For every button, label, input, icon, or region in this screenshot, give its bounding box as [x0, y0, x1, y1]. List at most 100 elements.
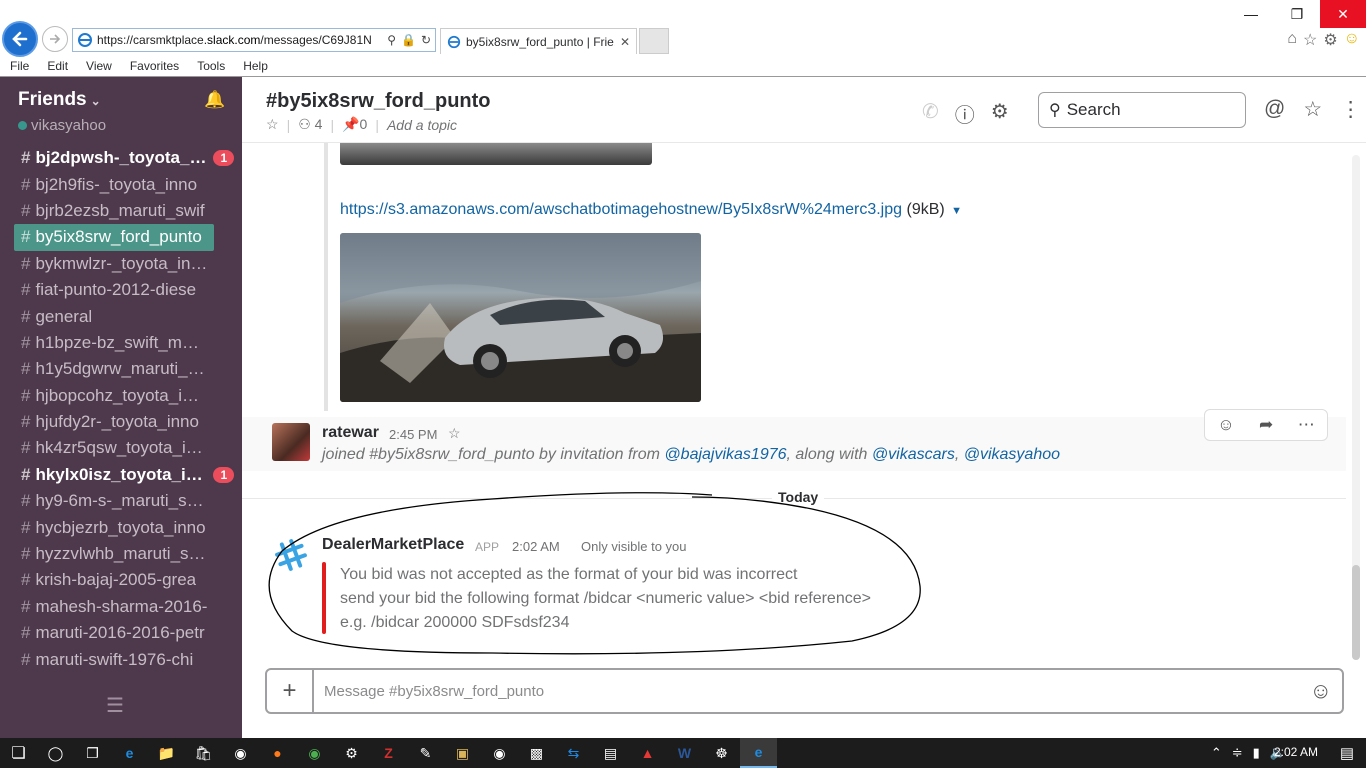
image-link[interactable]: https://s3.amazonaws.com/awschatbotimage… [340, 201, 902, 218]
tool-app-icon[interactable]: ⚙ [333, 738, 370, 768]
favorites-star-icon[interactable]: ☆ [1303, 30, 1317, 50]
message-author[interactable]: DealerMarketPlace [322, 536, 464, 554]
message-timestamp[interactable]: 2:02 AM [512, 539, 560, 554]
scrollbar-thumb[interactable] [1352, 565, 1360, 660]
menu-favorites[interactable]: Favorites [120, 57, 187, 75]
forward-button[interactable] [42, 26, 68, 52]
caret-down-icon[interactable]: ▼ [951, 205, 962, 217]
share-icon[interactable]: ➦ [1259, 415, 1273, 435]
sidebar-channel[interactable]: # hk4zr5qsw_toyota_inno [0, 435, 242, 461]
star-channel-icon[interactable]: ☆ [266, 116, 279, 133]
minimize-button[interactable]: — [1228, 0, 1274, 28]
teamviewer-icon[interactable]: ⇆ [555, 738, 592, 768]
message-bot[interactable]: DealerMarketPlace APP 2:02 AM Only visib… [242, 528, 1346, 638]
restore-button[interactable]: ❐ [1274, 0, 1320, 28]
paint-icon[interactable]: ☸ [703, 738, 740, 768]
sidebar-channel[interactable]: # general [0, 303, 242, 329]
ie-browser-icon[interactable]: e [740, 738, 777, 768]
firefox-icon[interactable]: ● [259, 738, 296, 768]
sidebar-channel[interactable]: # bjrb2ezsb_maruti_swif [0, 198, 242, 224]
search-box[interactable]: ⚲ Search [1038, 92, 1246, 128]
close-tab-icon[interactable]: ✕ [620, 35, 630, 49]
message-scrollbar[interactable] [1352, 155, 1360, 660]
sidebar-channel[interactable]: # hycbjezrb_toyota_inno [0, 514, 242, 540]
sidebar-channel[interactable]: # bj2dpwsh-_toyota_inno 1 [0, 145, 242, 171]
menu-edit[interactable]: Edit [37, 57, 76, 75]
attach-file-button[interactable]: + [267, 670, 314, 712]
hp-app-icon[interactable]: ◉ [222, 738, 259, 768]
sidebar-channel[interactable]: # maruti-swift-1976-chi [0, 646, 242, 672]
tray-chevron-up-icon[interactable]: ⌃ [1211, 745, 1222, 761]
sidebar-channel[interactable]: # bj2h9fis-_toyota_inno [0, 171, 242, 197]
sidebar-channel[interactable]: # hkylx0isz_toyota_inno 1 [0, 462, 242, 488]
car-image-attachment[interactable] [340, 233, 701, 402]
file-explorer-icon[interactable]: 📁 [148, 738, 185, 768]
task-view-icon[interactable]: ❐ [74, 738, 111, 768]
mentions-icon[interactable]: @ [1264, 97, 1285, 122]
message-ratewar[interactable]: ratewar 2:45 PM ☆ joined #by5ix8srw_ford… [242, 417, 1346, 471]
word-icon[interactable]: W [666, 738, 703, 768]
sidebar-channel[interactable]: # hy9-6m-s-_maruti_swift [0, 488, 242, 514]
action-center-icon[interactable]: ▤ [1340, 744, 1354, 762]
lock-icon[interactable]: 🔒 [401, 33, 416, 47]
cortana-search-icon[interactable]: ◯ [37, 738, 74, 768]
hp-support-icon[interactable]: ◉ [481, 738, 518, 768]
emoji-picker-icon[interactable]: ☺ [1310, 678, 1332, 704]
taskbar-clock[interactable]: 2:02 AM [1274, 745, 1318, 759]
starred-items-icon[interactable]: ☆ [1303, 97, 1322, 122]
sidebar-channel[interactable]: # hjufdy2r-_toyota_inno [0, 409, 242, 435]
store-icon[interactable]: 🛍 [185, 738, 222, 768]
home-icon[interactable]: ⌂ [1287, 30, 1297, 50]
notes-app-icon[interactable]: ✎ [407, 738, 444, 768]
team-menu[interactable]: Friends ⌄ [18, 89, 101, 111]
star-message-icon[interactable]: ☆ [448, 425, 461, 442]
browser-tab[interactable]: by5ix8srw_ford_punto | Frie... ✕ [440, 28, 637, 54]
member-count[interactable]: ⚇ 4 [298, 116, 322, 133]
info-icon[interactable]: ⓘ [955, 99, 975, 128]
menu-view[interactable]: View [76, 57, 120, 75]
menu-tools[interactable]: Tools [187, 57, 233, 75]
sidebar-channel[interactable]: # mahesh-sharma-2016- [0, 594, 242, 620]
sidebar-channel[interactable]: # hyzzvlwhb_maruti_swift [0, 541, 242, 567]
windows-start-icon[interactable]: ❏ [0, 738, 37, 768]
battery-icon[interactable]: ▮ [1253, 745, 1260, 761]
archive-app-icon[interactable]: ▣ [444, 738, 481, 768]
previous-image-attachment[interactable] [340, 143, 652, 165]
menu-file[interactable]: File [0, 57, 37, 75]
message-author[interactable]: ratewar [322, 424, 379, 442]
wifi-icon[interactable]: ≑ [1232, 745, 1243, 761]
add-topic-link[interactable]: Add a topic [387, 117, 457, 133]
notification-bell-icon[interactable]: 🔔 [204, 90, 225, 110]
acrobat-icon[interactable]: ▲ [629, 738, 666, 768]
channel-search-icon[interactable]: ☰ [106, 693, 124, 718]
sidebar-channel[interactable]: # krish-bajaj-2005-grea [0, 567, 242, 593]
message-timestamp[interactable]: 2:45 PM [389, 427, 437, 442]
user-mention[interactable]: @vikascars [872, 446, 955, 463]
avatar[interactable] [272, 423, 310, 461]
close-window-button[interactable]: ✕ [1320, 0, 1366, 28]
pinned-count[interactable]: 📌0 [342, 116, 367, 133]
sidebar-channel[interactable]: # maruti-2016-2016-petr [0, 620, 242, 646]
notepad-icon[interactable]: ▤ [592, 738, 629, 768]
search-dropdown-icon[interactable]: ⚲ [387, 33, 396, 47]
sidebar-channel[interactable]: # fiat-punto-2012-diese [0, 277, 242, 303]
sidebar-channel-active[interactable]: # by5ix8srw_ford_punto [14, 224, 214, 251]
call-icon[interactable]: ✆ [922, 99, 939, 128]
refresh-icon[interactable]: ↻ [421, 33, 431, 47]
message-input[interactable] [315, 670, 1275, 712]
back-button[interactable] [2, 21, 38, 57]
filezilla-icon[interactable]: Z [370, 738, 407, 768]
channel-title[interactable]: #by5ix8srw_ford_punto [266, 90, 491, 113]
edge-browser-icon[interactable]: e [111, 738, 148, 768]
more-menu-icon[interactable]: ⋮ [1340, 97, 1361, 122]
more-actions-icon[interactable]: ⋯ [1298, 415, 1315, 435]
current-user[interactable]: vikasyahoo [18, 117, 106, 134]
sidebar-channel[interactable]: # bykmwlzr-_toyota_inno [0, 251, 242, 277]
sidebar-channel[interactable]: # h1bpze-bz_swift_maruti [0, 330, 242, 356]
user-mention[interactable]: @bajajvikas1976 [664, 446, 786, 463]
smiley-feedback-icon[interactable]: ☺ [1344, 30, 1360, 50]
sidebar-channel[interactable]: # h1y5dgwrw_maruti_swift [0, 356, 242, 382]
add-reaction-icon[interactable]: ☺ [1217, 415, 1234, 435]
new-tab-button[interactable] [639, 28, 669, 54]
user-mention[interactable]: @vikasyahoo [964, 446, 1060, 463]
